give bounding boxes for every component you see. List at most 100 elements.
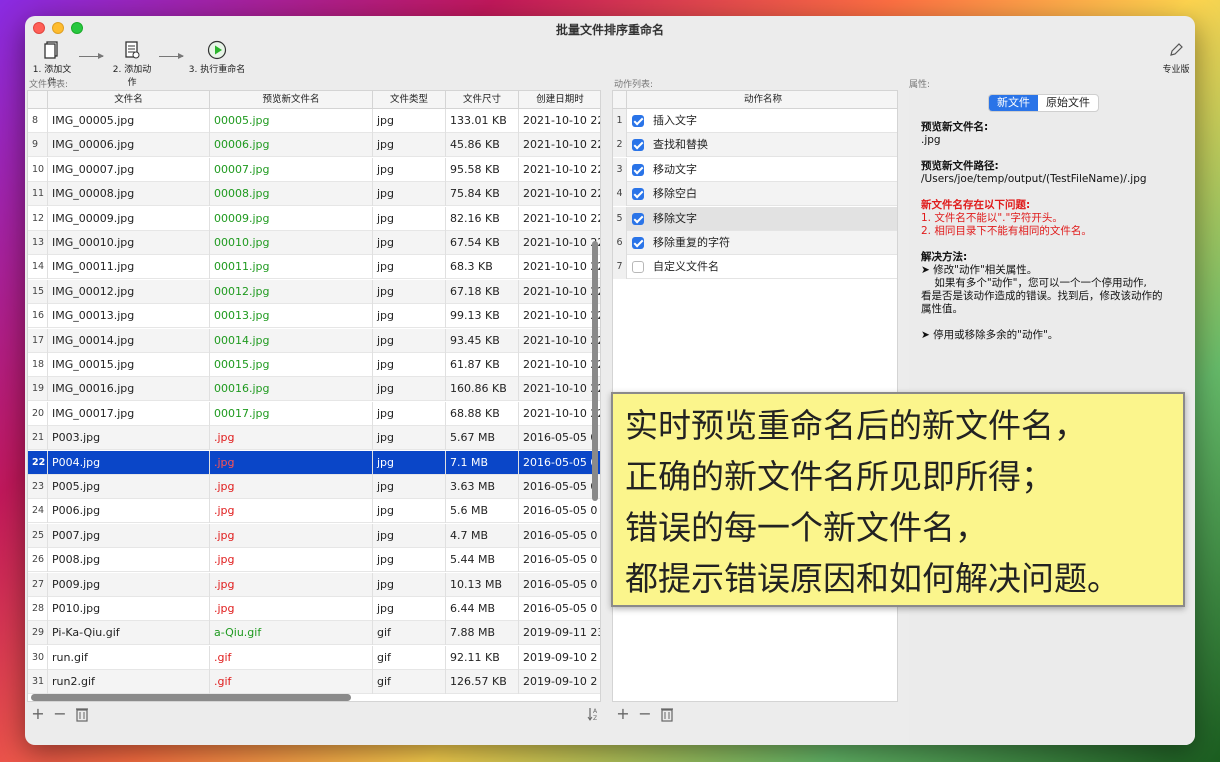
file-type: jpg [373, 450, 446, 475]
column-header-action-name[interactable]: 动作名称 [627, 91, 897, 109]
action-label: 移除重复的字符 [653, 236, 730, 249]
action-row[interactable]: 1 插入文字 [613, 109, 897, 133]
file-type: jpg [373, 109, 446, 133]
table-row[interactable]: 16 IMG_00013.jpg 00013.jpg jpg 99.13 KB 2021-… [28, 304, 600, 329]
row-index: 6 [613, 231, 627, 255]
remove-action-button[interactable]: − [636, 704, 654, 724]
column-header-type[interactable]: 文件类型 [373, 91, 446, 109]
file-name: run2.gif [48, 670, 210, 695]
solution-item: ➤ 停用或移除多余的"动作"。 [921, 329, 1059, 341]
action-enable-checkbox[interactable] [632, 261, 644, 274]
table-row[interactable]: 13 IMG_00010.jpg 00010.jpg jpg 67.54 KB 2021-… [28, 231, 600, 255]
action-enable-checkbox[interactable] [632, 188, 644, 201]
row-index: 14 [28, 255, 48, 280]
file-type: jpg [373, 279, 446, 304]
created-date: 2021-10-10 22 [519, 402, 600, 426]
execute-rename-button[interactable]: 3. 执行重命名 [187, 40, 247, 75]
table-row[interactable]: 23 P005.jpg .jpg jpg 3.63 MB 2016-05-05 0 [28, 475, 600, 499]
add-file-button[interactable]: + [29, 704, 47, 724]
action-row[interactable]: 5 移除文字 [613, 206, 897, 231]
preview-name: 00016.jpg [210, 377, 373, 402]
row-index: 31 [28, 670, 48, 695]
table-row[interactable]: 24 P006.jpg .jpg jpg 5.6 MB 2016-05-05 0 [28, 499, 600, 524]
table-row[interactable]: 25 P007.jpg .jpg jpg 4.7 MB 2016-05-05 0 [28, 523, 600, 548]
action-enable-checkbox[interactable] [632, 212, 644, 225]
preview-name: 00008.jpg [210, 182, 373, 207]
table-row[interactable]: 8 IMG_00005.jpg 00005.jpg jpg 133.01 KB 2021-… [28, 109, 600, 133]
column-header-filename[interactable]: 文件名 [48, 91, 210, 109]
tab-original-file[interactable]: 原始文件 [1038, 95, 1098, 111]
action-row[interactable]: 2 查找和替换 [613, 133, 897, 158]
table-row[interactable]: 26 P008.jpg .jpg jpg 5.44 MB 2016-05-05 0 [28, 548, 600, 573]
column-header-size[interactable]: 文件尺寸 [446, 91, 519, 109]
tab-new-file[interactable]: 新文件 [989, 95, 1038, 111]
file-name: IMG_00012.jpg [48, 279, 210, 304]
action-row[interactable]: 6 移除重复的字符 [613, 231, 897, 255]
action-row[interactable]: 7 自定义文件名 [613, 255, 897, 280]
action-row[interactable]: 4 移除空白 [613, 182, 897, 207]
table-row[interactable]: 28 P010.jpg .jpg jpg 6.44 MB 2016-05-05 0 [28, 597, 600, 621]
action-enable-checkbox[interactable] [632, 163, 644, 176]
trash-icon[interactable] [73, 704, 91, 724]
table-row[interactable]: 17 IMG_00014.jpg 00014.jpg jpg 93.45 KB 2021-… [28, 328, 600, 353]
file-type: jpg [373, 157, 446, 182]
row-index: 9 [28, 133, 48, 158]
file-size: 7.1 MB [446, 450, 519, 475]
preview-name: 00006.jpg [210, 133, 373, 158]
table-row[interactable]: 14 IMG_00011.jpg 00011.jpg jpg 68.3 KB 2021-1… [28, 255, 600, 280]
table-row[interactable]: 12 IMG_00009.jpg 00009.jpg jpg 82.16 KB 2021-… [28, 206, 600, 231]
file-type: gif [373, 670, 446, 695]
table-row[interactable]: 10 IMG_00007.jpg 00007.jpg jpg 95.58 KB 2021-… [28, 157, 600, 182]
file-name: P009.jpg [48, 572, 210, 597]
table-row[interactable]: 19 IMG_00016.jpg 00016.jpg jpg 160.86 KB 2021… [28, 377, 600, 402]
action-enable-checkbox[interactable] [632, 139, 644, 152]
row-index: 15 [28, 279, 48, 304]
add-action-button[interactable]: + [614, 704, 632, 724]
file-size: 61.87 KB [446, 353, 519, 377]
file-size: 133.01 KB [446, 109, 519, 133]
file-name: IMG_00013.jpg [48, 304, 210, 329]
table-row[interactable]: 11 IMG_00008.jpg 00008.jpg jpg 75.84 KB 2021-… [28, 182, 600, 207]
created-date: 2021-10-10 22 [519, 182, 600, 206]
table-row[interactable]: 21 P003.jpg .jpg jpg 5.67 MB 2016-05-05 0 [28, 426, 600, 451]
actions-bottom-bar: + − [614, 704, 900, 724]
action-enable-checkbox[interactable] [632, 237, 644, 249]
horizontal-scrollbar[interactable] [31, 694, 351, 701]
table-row[interactable]: 29 Pi-Ka-Qiu.gif a-Qiu.gif gif 7.88 MB 2019-0… [28, 621, 600, 646]
solution-title: 解决方法: [921, 251, 968, 263]
table-row[interactable]: 15 IMG_00012.jpg 00012.jpg jpg 67.18 KB 2021-… [28, 279, 600, 304]
column-header-preview[interactable]: 预览新文件名 [210, 91, 373, 109]
preview-name: a-Qiu.gif [210, 621, 373, 646]
file-name: run.gif [48, 645, 210, 670]
file-size: 92.11 KB [446, 645, 519, 670]
sort-az-icon[interactable]: AZ [585, 704, 603, 724]
table-row[interactable]: 18 IMG_00015.jpg 00015.jpg jpg 61.87 KB 2021-… [28, 353, 600, 377]
table-row[interactable]: 20 IMG_00017.jpg 00017.jpg jpg 68.88 KB 2021-… [28, 401, 600, 426]
row-index: 20 [28, 401, 48, 426]
trash-icon[interactable] [658, 704, 676, 724]
table-row[interactable]: 9 IMG_00006.jpg 00006.jpg jpg 45.86 KB 2021-1… [28, 133, 600, 158]
action-label: 查找和替换 [653, 138, 708, 152]
action-label: 移除文字 [653, 211, 697, 225]
remove-file-button[interactable]: − [51, 704, 69, 724]
file-name: IMG_00016.jpg [48, 377, 210, 402]
row-index: 18 [28, 353, 48, 377]
table-row[interactable]: 31 run2.gif .gif gif 126.57 KB 2019-09-10 2 [28, 670, 600, 695]
created-date: 2021-10-10 22 [519, 207, 600, 231]
row-index: 19 [28, 377, 48, 402]
action-enable-checkbox[interactable] [632, 115, 644, 127]
row-index: 16 [28, 304, 48, 329]
column-header-date[interactable]: 创建日期时 [519, 91, 600, 109]
pro-version-button[interactable]: 专业版 [1159, 40, 1193, 75]
file-segmented-control[interactable]: 新文件 原始文件 [988, 94, 1099, 112]
table-row[interactable]: 22 P004.jpg .jpg jpg 7.1 MB 2016-05-05 0 [28, 450, 600, 475]
files-table[interactable]: 文件名 预览新文件名 文件类型 文件尺寸 创建日期时 8 IMG_00005.jp… [27, 90, 601, 702]
files-section-label: 文件列表: [29, 80, 69, 90]
file-type: jpg [373, 353, 446, 377]
table-row[interactable]: 30 run.gif .gif gif 92.11 KB 2019-09-10 2 [28, 645, 600, 670]
add-actions-button[interactable]: 2. 添加动作 [109, 40, 155, 88]
action-row[interactable]: 3 移动文字 [613, 157, 897, 182]
preview-name: .gif [210, 670, 373, 695]
table-row[interactable]: 27 P009.jpg .jpg jpg 10.13 MB 2016-05-05 0 [28, 572, 600, 597]
vertical-scrollbar[interactable] [592, 241, 598, 501]
